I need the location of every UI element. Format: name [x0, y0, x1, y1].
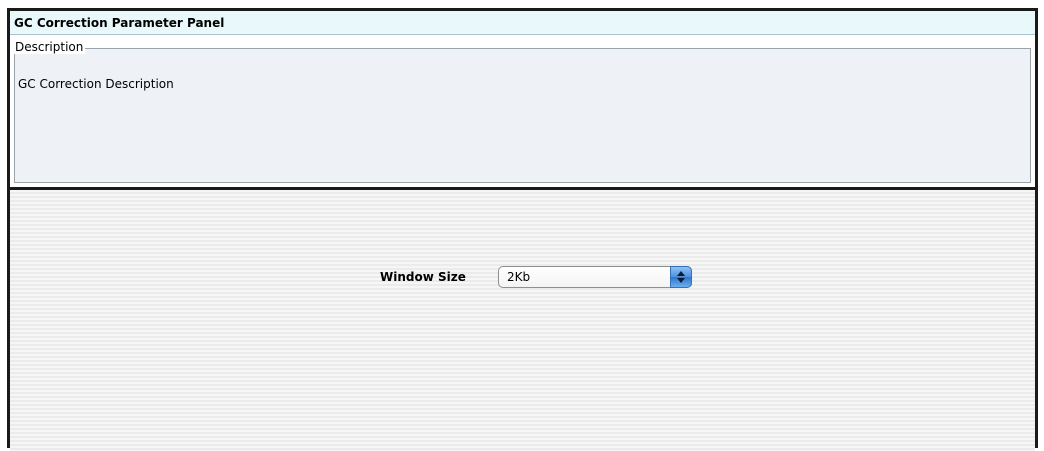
window-size-select[interactable]: 2Kb	[498, 266, 692, 288]
panel-title: GC Correction Parameter Panel	[14, 16, 225, 30]
description-box	[14, 48, 1031, 183]
description-section: Description GC Correction Description	[10, 35, 1035, 187]
parameter-section: Window Size 2Kb	[10, 190, 1035, 451]
gc-correction-panel: GC Correction Parameter Panel Descriptio…	[7, 8, 1038, 451]
panel-title-bar: GC Correction Parameter Panel	[10, 11, 1035, 35]
window-size-label: Window Size	[380, 270, 466, 284]
description-legend: Description	[14, 40, 86, 54]
window-size-value: 2Kb	[507, 270, 531, 284]
description-text: GC Correction Description	[18, 77, 174, 91]
up-down-arrows-icon[interactable]	[670, 266, 692, 288]
up-down-arrows-glyph	[677, 271, 685, 283]
